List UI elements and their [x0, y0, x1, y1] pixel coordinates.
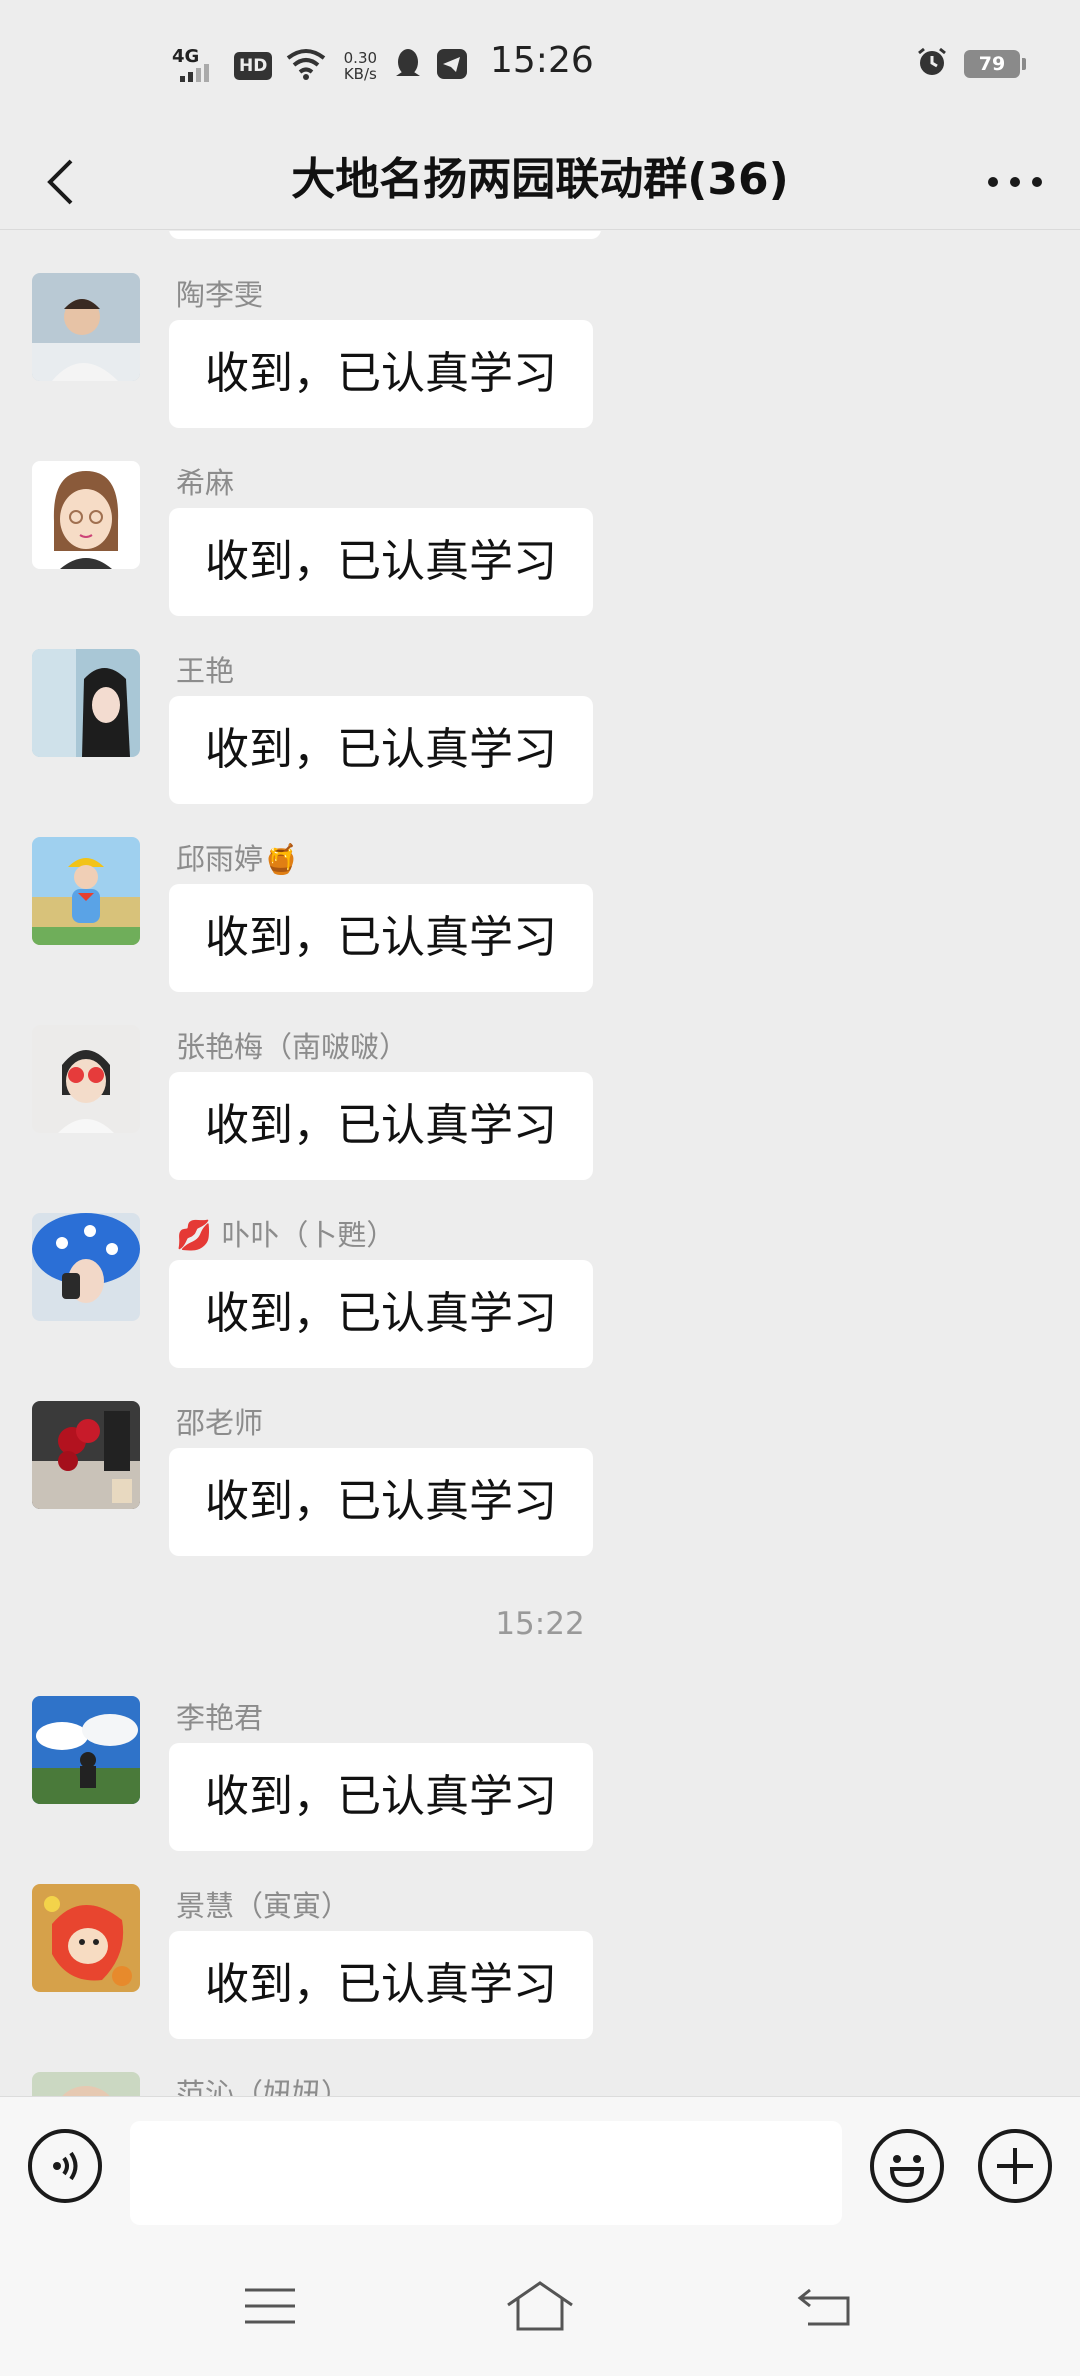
message-bubble[interactable]: 收到，已认真学习 [169, 508, 593, 616]
chat-title: 大地名扬两园联动群(36) [291, 154, 789, 205]
sender-name: 张艳梅（南啵啵） [176, 1030, 409, 1064]
message-row: 💋 卟卟（卜甦） 收到，已认真学习 [0, 1213, 1080, 1389]
more-actions-button[interactable] [978, 2129, 1052, 2203]
message-row: 范沁（妞妞） [0, 2072, 1080, 2096]
message-bubble[interactable]: 收到，已认真学习 [169, 884, 593, 992]
sender-name: 景慧（寅寅） [176, 1889, 351, 1923]
message-row: 希麻 收到，已认真学习 [0, 461, 1080, 637]
message-bubble[interactable]: 收到，已认真学习 [169, 1260, 593, 1368]
home-icon [507, 2281, 573, 2331]
emoji-button[interactable] [870, 2129, 944, 2203]
avatar[interactable] [32, 1884, 140, 1992]
avatar[interactable] [32, 837, 140, 945]
system-navigation-bar [0, 2236, 1080, 2376]
message-row: 景慧（寅寅） 收到，已认真学习 [0, 1884, 1080, 2060]
sender-name: 陶李雯 [176, 278, 264, 312]
avatar[interactable] [32, 2072, 140, 2096]
chevron-left-icon [47, 159, 73, 205]
sender-name: 王艳 [176, 654, 235, 688]
status-icons-left: 4G HD 0.30 KB/s [172, 44, 468, 88]
avatar[interactable] [32, 649, 140, 757]
chat-header: 大地名扬两园联动群(36) [0, 130, 1080, 230]
message-row: 王艳 收到，已认真学习 [0, 649, 1080, 825]
sender-name: 希麻 [176, 466, 235, 500]
message-bubble-partial[interactable] [169, 231, 601, 239]
input-bar [0, 2096, 1080, 2236]
avatar[interactable] [32, 1696, 140, 1804]
wifi-icon [286, 48, 326, 84]
message-input[interactable] [130, 2121, 842, 2225]
avatar[interactable] [32, 1025, 140, 1133]
message-row: 邱雨婷🍯 收到，已认真学习 [0, 837, 1080, 1013]
return-icon [797, 2288, 850, 2326]
message-bubble[interactable]: 收到，已认真学习 [169, 1072, 593, 1180]
voice-input-button[interactable] [28, 2129, 102, 2203]
message-bubble[interactable]: 收到，已认真学习 [169, 1448, 593, 1556]
back-nav-button[interactable] [784, 2276, 864, 2336]
menu-icon [245, 2288, 295, 2324]
sender-name: 李艳君 [176, 1701, 264, 1735]
avatar[interactable] [32, 273, 140, 381]
message-bubble[interactable]: 收到，已认真学习 [169, 320, 593, 428]
network-speed: 0.30 KB/s [343, 49, 378, 83]
sender-name: 💋 卟卟（卜甦） [176, 1218, 396, 1252]
back-button[interactable] [30, 152, 90, 212]
message-bubble[interactable]: 收到，已认真学习 [169, 1931, 593, 2039]
more-options-button[interactable] [980, 152, 1050, 212]
hd-voice-icon: HD [234, 52, 273, 80]
telegram-icon [436, 48, 468, 84]
qq-icon [394, 48, 422, 84]
message-bubble[interactable]: 收到，已认真学习 [169, 696, 593, 804]
message-timestamp: 15:22 [495, 1606, 585, 1642]
sender-name: 范沁（妞妞） [176, 2077, 351, 2096]
more-dots-icon [988, 177, 1042, 187]
home-nav-button[interactable] [500, 2276, 580, 2336]
menu-nav-button[interactable] [230, 2276, 310, 2336]
status-icons-right: 79 [916, 46, 1026, 82]
smiley-icon [889, 2155, 925, 2188]
plus-icon [997, 2148, 1033, 2184]
voice-icon [53, 2151, 78, 2181]
sender-name: 邵老师 [176, 1406, 264, 1440]
message-row: 邵老师 收到，已认真学习 [0, 1401, 1080, 1577]
message-row: 张艳梅（南啵啵） 收到，已认真学习 [0, 1025, 1080, 1201]
status-bar: 4G HD 0.30 KB/s 15:26 79 [0, 0, 1080, 130]
message-bubble[interactable]: 收到，已认真学习 [169, 1743, 593, 1851]
status-time: 15:26 [490, 40, 594, 81]
message-list[interactable]: 陶李雯 收到，已认真学习 希麻 收到，已认真学习 王艳 收到，已认真学习 邱雨婷… [0, 231, 1080, 2096]
cellular-signal-icon: 4G [172, 48, 220, 84]
avatar[interactable] [32, 1213, 140, 1321]
message-row: 李艳君 收到，已认真学习 [0, 1696, 1080, 1872]
battery-indicator: 79 [964, 50, 1026, 78]
message-row: 陶李雯 收到，已认真学习 [0, 273, 1080, 449]
sender-name: 邱雨婷🍯 [176, 842, 300, 876]
alarm-icon [916, 46, 948, 82]
avatar[interactable] [32, 1401, 140, 1509]
avatar[interactable] [32, 461, 140, 569]
